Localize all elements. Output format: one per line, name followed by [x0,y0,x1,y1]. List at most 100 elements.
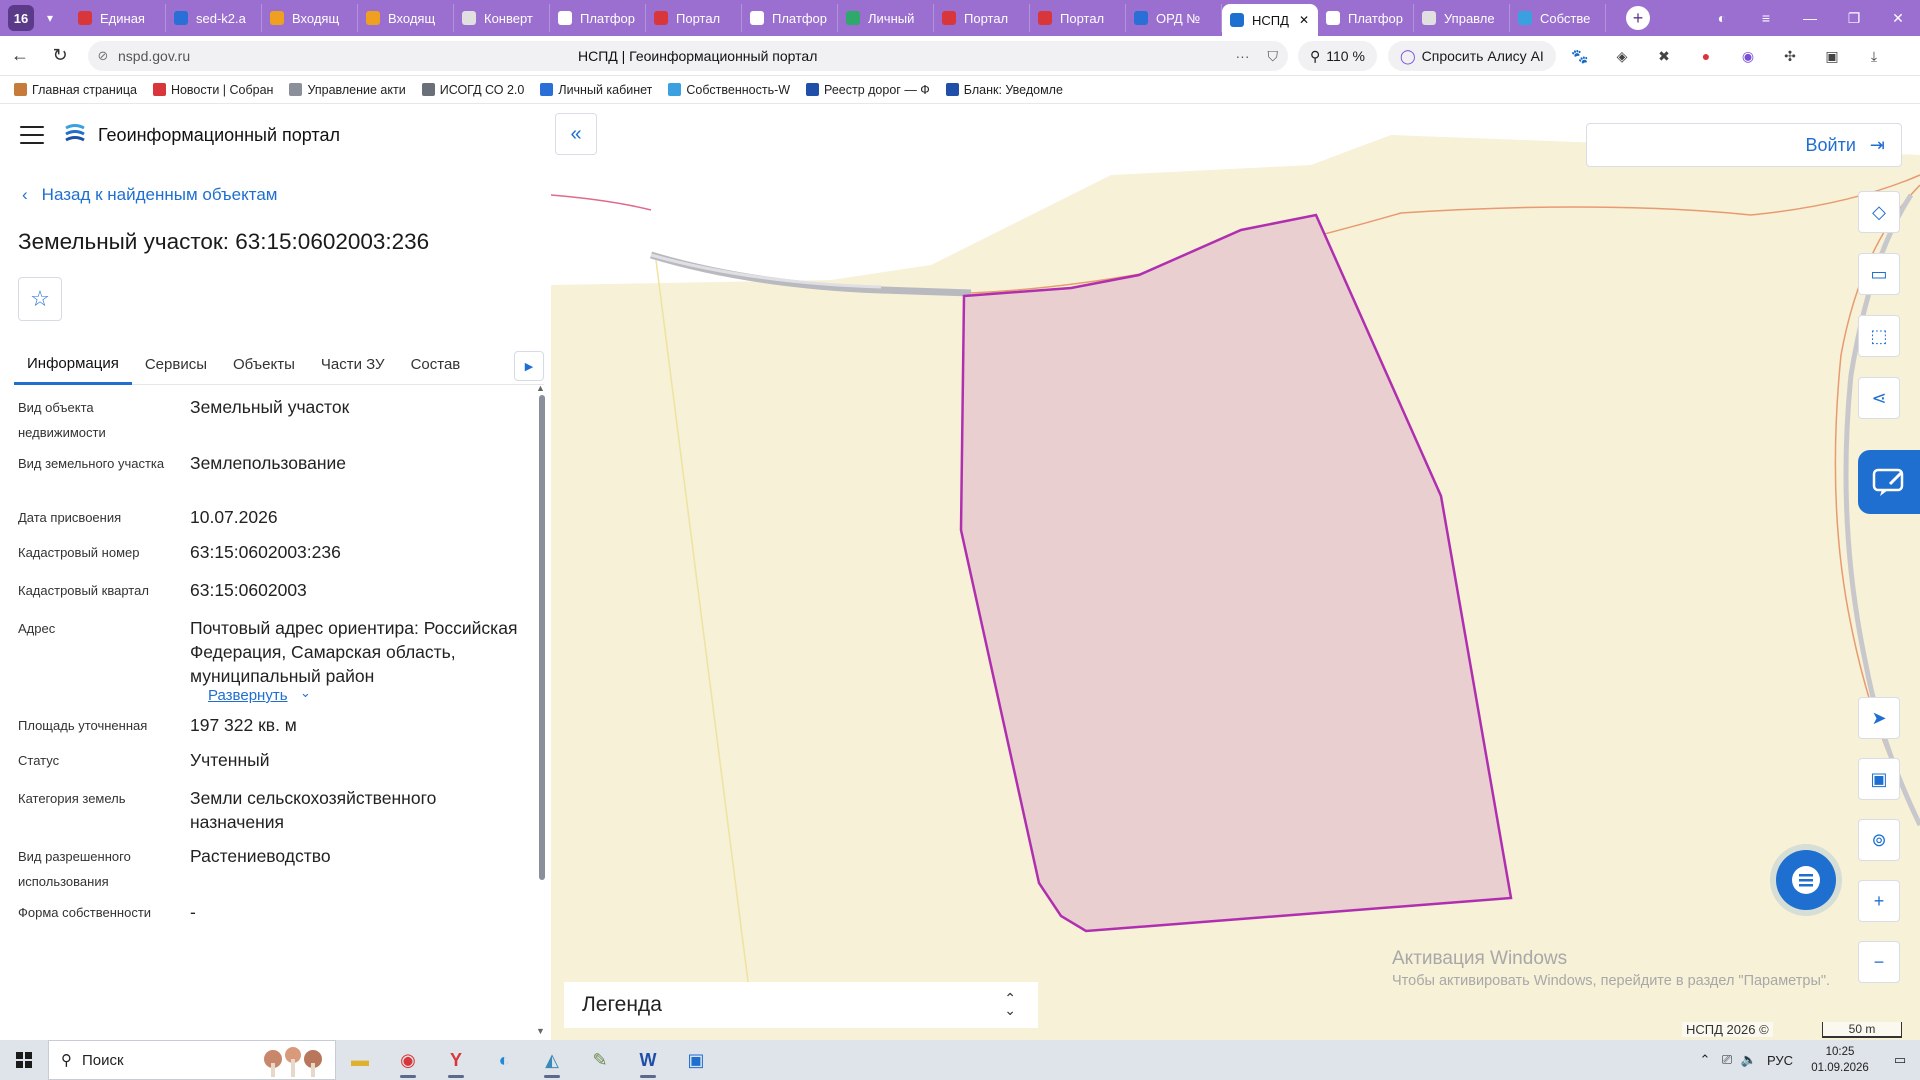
expand-address-link[interactable]: Развернуть [208,687,288,704]
clock[interactable]: 10:25 01.09.2026 [1800,1044,1880,1076]
panel-tab[interactable]: Части ЗУ [308,345,398,385]
browser-tab[interactable]: НСПД ✕ [1222,4,1318,36]
bookmark-item[interactable]: Собственность-W [668,83,790,97]
chevron-down-icon[interactable]: ⌄ [300,685,311,701]
browser-tab[interactable]: Платфор [550,4,646,32]
expand-collapse-icon[interactable]: ⌃ ⌄ [1004,991,1016,1017]
browser-tab[interactable]: Платфор [1318,4,1414,32]
reload-icon[interactable]: ↻ [40,36,80,76]
alice-button[interactable]: ◯ Спросить Алису AI [1388,41,1556,71]
panel-tab[interactable]: Информация [14,345,132,385]
profile-icon[interactable]: ◐ [1700,0,1744,36]
close-icon[interactable]: ✕ [1876,0,1920,36]
zoom-icon: ⚲ [1310,47,1321,64]
bookmark-item[interactable]: Бланк: Уведомле [945,83,1063,97]
minimize-icon[interactable]: — [1788,0,1832,36]
language-indicator[interactable]: РУС [1760,1053,1800,1068]
login-button[interactable]: Войти ⇥ [1586,123,1902,167]
bookmark-item[interactable]: Новости | Собран [152,83,273,97]
feedback-button[interactable] [1858,450,1920,514]
zoom-in-button[interactable]: + [1858,880,1900,922]
ruler-button[interactable]: ▭ [1858,253,1900,295]
back-to-results-label: Назад к найденным объектам [41,185,278,204]
app-blue-icon[interactable]: ◭ [528,1040,576,1080]
bookmark-item[interactable]: ИСОГД СО 2.0 [421,83,524,97]
panel-tab[interactable]: Состав [398,345,474,385]
more-icon[interactable]: ··· [1236,48,1250,64]
browser-tab[interactable]: Личный [838,4,934,32]
browser-tab[interactable]: Конверт [454,4,550,32]
chat-button[interactable] [1776,850,1836,910]
extension-cross-icon[interactable]: ✖ [1654,46,1674,66]
bookmark-icon[interactable]: ⛉ [1268,48,1279,65]
browser-tab[interactable]: Собстве [1510,4,1606,32]
map-canvas[interactable]: Активация Windows Чтобы активировать Win… [551,105,1920,1040]
browser-tab[interactable]: sed-k2.a [166,4,262,32]
area-select-button[interactable]: ⬚ [1858,315,1900,357]
downloads-icon[interactable]: ⤓ [1864,46,1884,66]
bookmark-item[interactable]: Управление акти [289,83,406,97]
extension-eye-icon[interactable]: ◉ [1738,46,1758,66]
network-icon[interactable]: ⎚ [1716,1052,1738,1068]
zoom-out-button[interactable]: − [1858,941,1900,983]
extension-b-icon[interactable]: ● [1696,46,1716,66]
word-icon[interactable]: W [624,1040,672,1080]
scroll-down-icon[interactable]: ▼ [536,1026,545,1036]
layers-button[interactable]: ◇ [1858,191,1900,233]
extensions-puzzle-icon[interactable]: ✣ [1780,46,1800,66]
chevron-up-icon[interactable]: ⌃ [1694,1052,1716,1068]
legend-panel[interactable]: Легенда ⌃ ⌄ [564,982,1038,1028]
notifications-icon[interactable]: ▭ [1880,1052,1920,1068]
browser-tab[interactable]: Входящ [262,4,358,32]
yandex-browser-icon[interactable]: Y [432,1040,480,1080]
back-arrow-icon[interactable]: ← [0,36,40,76]
menu-icon[interactable]: ≡ [1744,0,1788,36]
bookmark-item[interactable]: Личный кабинет [540,83,652,97]
panel-scrollbar[interactable] [539,395,545,880]
file-explorer-icon[interactable]: ▬ [336,1040,384,1080]
new-tab-button[interactable]: + [1626,6,1650,30]
tabs-scroll-right-button[interactable]: ▶ [514,351,544,381]
extension-shield-icon[interactable]: ◈ [1612,46,1632,66]
search-location-button[interactable]: ⊚ [1858,819,1900,861]
app-feather-icon[interactable]: ✎ [576,1040,624,1080]
edge-icon[interactable]: ◐ [480,1040,528,1080]
restore-icon[interactable]: ❐ [1832,0,1876,36]
bookmark-item[interactable]: Главная страница [14,83,137,97]
share-button[interactable]: ⋖ [1858,377,1900,419]
locate-button[interactable]: ➤ [1858,697,1900,739]
browser-tab[interactable]: Управле [1414,4,1510,32]
tab-close-icon[interactable]: ✕ [1295,13,1309,27]
panel-tab[interactable]: Сервисы [132,345,220,385]
collapse-panel-button[interactable]: « [555,113,597,155]
bookmark-item[interactable]: Реестр дорог — Ф [806,83,930,97]
taskbar-search[interactable]: ⚲ Поиск [48,1040,336,1080]
browser-tab[interactable]: Платфор [742,4,838,32]
browser-tab[interactable]: ОРД № [1126,4,1222,32]
tab-counter[interactable]: 16 [8,5,34,31]
browser-tab[interactable]: Входящ [358,4,454,32]
add-favorite-button[interactable]: ☆ [18,277,62,321]
attribute-value: 63:15:0602003 [190,580,307,600]
browser-tab[interactable]: Портал [934,4,1030,32]
browser-tab[interactable]: Портал [1030,4,1126,32]
hamburger-menu-icon[interactable] [20,126,44,144]
back-to-results-link[interactable]: ‹ Назад к найденным объектам [22,185,277,205]
extension-dog-icon[interactable]: 🐾 [1570,46,1590,66]
chevron-down-icon[interactable]: ▾ [38,5,62,31]
volume-icon[interactable]: 🔈 [1738,1052,1760,1068]
windows-activation-title: Активация Windows [1392,948,1568,969]
site-info-icon[interactable]: ⊘ [88,48,118,64]
scroll-up-icon[interactable]: ▲ [536,383,545,393]
print-view-button[interactable]: ▣ [1858,758,1900,800]
collections-icon[interactable]: ▣ [1822,46,1842,66]
panel-tab[interactable]: Объекты [220,345,308,385]
start-button[interactable] [0,1040,48,1080]
app-window-icon[interactable]: ▣ [672,1040,720,1080]
address-bar[interactable]: ⊘ nspd.gov.ru НСПД | Геоинформационный п… [88,41,1288,71]
browser-tab[interactable]: Портал [646,4,742,32]
browser-tab[interactable]: Единая [70,4,166,32]
tab-favicon-icon [270,11,284,25]
zoom-indicator[interactable]: ⚲ 110 % [1298,41,1377,71]
app-red-icon[interactable]: ◉ [384,1040,432,1080]
